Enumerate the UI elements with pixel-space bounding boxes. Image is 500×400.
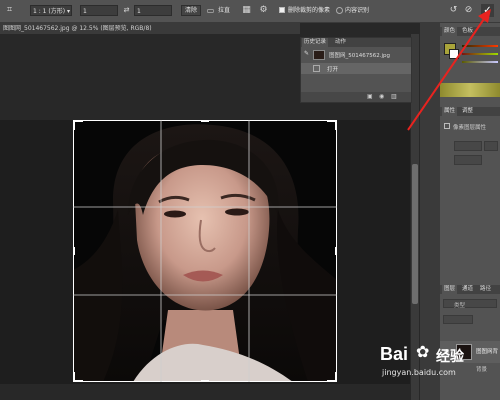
baidu-watermark: Bai ✿ 经验 jingyan.baidu.com bbox=[380, 342, 498, 398]
annotation-arrow bbox=[407, 9, 491, 131]
paw-icon: ✿ bbox=[416, 342, 430, 361]
watermark-brand-cn: 经验 bbox=[436, 349, 464, 365]
watermark-brand: Bai bbox=[380, 344, 409, 364]
watermark-url: jingyan.baidu.com bbox=[382, 368, 456, 377]
